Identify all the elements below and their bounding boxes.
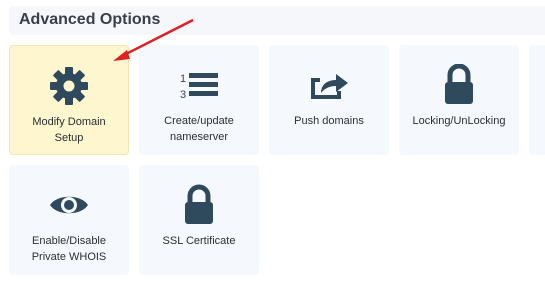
push-domains-button[interactable]: Push domains <box>269 45 389 155</box>
modify-domain-setup-button[interactable]: Modify Domain Setup <box>9 45 129 155</box>
tile-label-line1: Modify Domain <box>32 116 106 128</box>
numbered-list-icon: 1 3 <box>139 65 259 105</box>
tile-label-line1: Enable/Disable <box>32 235 106 247</box>
tile-label-line1: Create/update <box>164 115 234 127</box>
tile-label-line2: Setup <box>54 132 84 144</box>
tile-label: SSL Certificate <box>162 235 236 247</box>
locking-unlocking-button[interactable]: Locking/UnLocking <box>399 45 519 155</box>
lock-icon <box>139 184 259 225</box>
tile-label: Create/update nameserver <box>143 113 255 145</box>
enable-disable-private-whois-button[interactable]: Enable/Disable Private WHOIS <box>9 165 129 275</box>
panel-title: Advanced Options <box>19 11 161 28</box>
tile-label-line2: Private WHOIS <box>31 251 107 263</box>
tile-label: Locking/UnLocking <box>412 115 506 127</box>
list-number-3: 3 <box>180 89 186 100</box>
share-arrow-icon <box>269 65 389 105</box>
create-update-nameserver-button[interactable]: 1 3 Create/update nameserver <box>139 45 259 155</box>
ssl-certificate-button[interactable]: SSL Certificate <box>139 165 259 275</box>
tile-label: Modify Domain Setup <box>14 114 124 146</box>
panel-header: Advanced Options <box>9 6 545 35</box>
list-number-1: 1 <box>180 73 186 85</box>
tile-label: Enable/Disable Private WHOIS <box>13 233 125 265</box>
lock-icon <box>399 64 519 105</box>
gear-icon <box>10 66 128 106</box>
tile-label: Push domains <box>294 115 364 127</box>
partial-tile[interactable] <box>529 45 545 155</box>
eye-icon <box>9 185 129 225</box>
tile-label-line2: nameserver <box>169 131 229 143</box>
